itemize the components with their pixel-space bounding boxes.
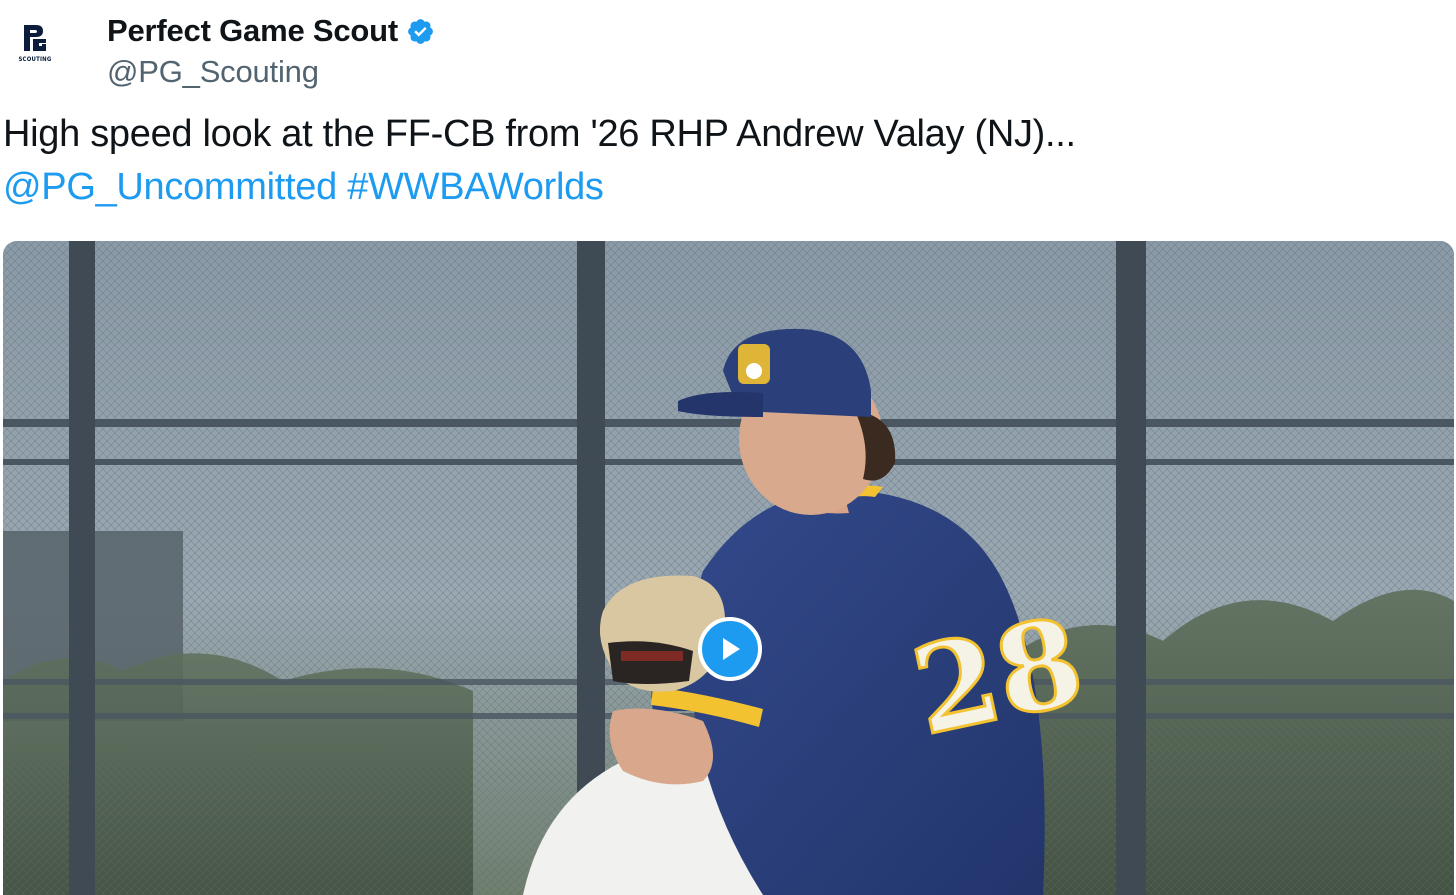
tweet-card: SCOUTING Perfect Game Scout @PG_Scouting…	[0, 0, 1456, 895]
display-name-row: Perfect Game Scout	[107, 9, 435, 53]
avatar-caption: SCOUTING	[18, 56, 52, 63]
author-handle[interactable]: @PG_Scouting	[107, 54, 435, 90]
tweet-links-line: @PG_Uncommitted #WWBAWorlds	[3, 161, 1076, 214]
pg-logo-icon	[24, 25, 46, 51]
tweet-text: High speed look at the FF-CB from '26 RH…	[3, 108, 1076, 214]
video-thumbnail: 28	[3, 241, 1454, 895]
tweet-text-line: High speed look at the FF-CB from '26 RH…	[3, 113, 1076, 155]
verified-badge-icon	[408, 18, 433, 44]
video-player[interactable]: 28	[3, 241, 1454, 895]
author-block: Perfect Game Scout @PG_Scouting	[107, 9, 435, 90]
display-name[interactable]: Perfect Game Scout	[107, 13, 398, 49]
avatar[interactable]: SCOUTING	[0, 8, 70, 78]
play-button[interactable]	[698, 617, 762, 681]
mention-link[interactable]: @PG_Uncommitted	[3, 166, 337, 208]
hashtag-link[interactable]: #WWBAWorlds	[347, 166, 604, 208]
play-icon	[723, 638, 740, 660]
